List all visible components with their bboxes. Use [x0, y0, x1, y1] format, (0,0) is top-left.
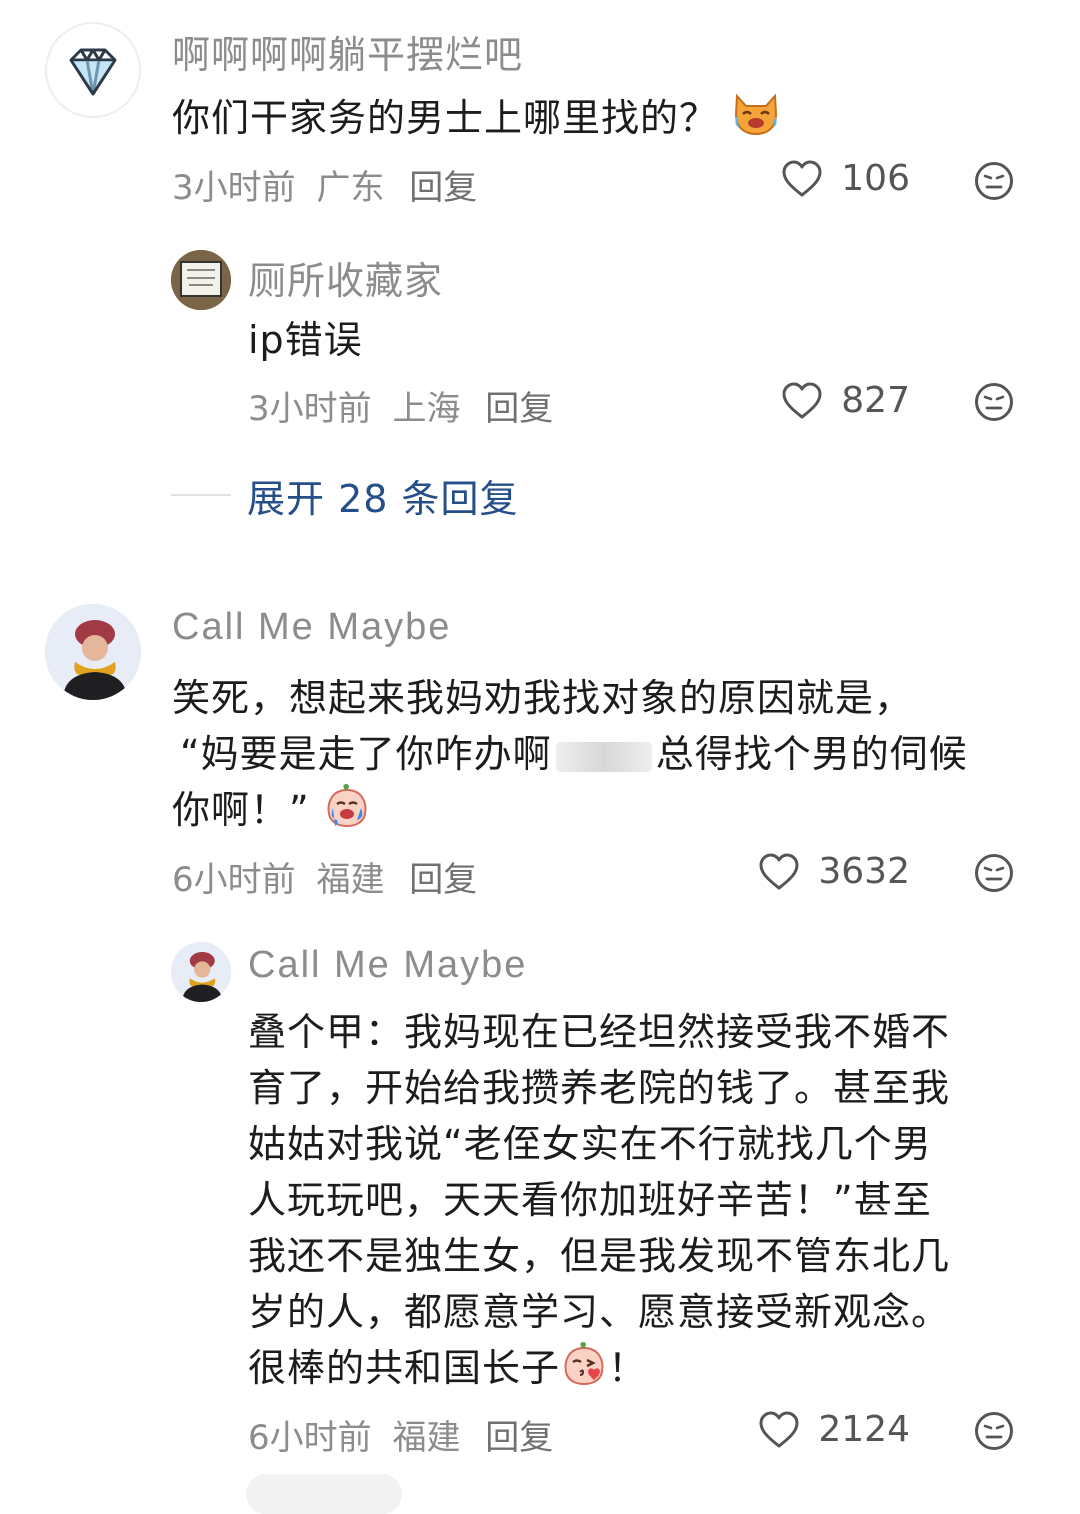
framed-sign-icon	[171, 250, 231, 310]
comment-item: 啊啊啊啊躺平摆烂吧 你们干家务的男士上哪里找的？ 3小时前 广东 回复 106 …	[0, 0, 1080, 560]
reply-location: 福建	[392, 1418, 461, 1458]
peach-kiss-emoji	[560, 1340, 608, 1401]
user-avatar[interactable]	[45, 604, 141, 700]
comment-text-body: 你们干家务的男士上哪里找的？	[172, 96, 719, 140]
reply-text-line: 我还不是独生女，但是我发现不管东北几	[248, 1234, 951, 1278]
reply-button[interactable]: 回复	[485, 1418, 553, 1458]
heart-icon	[781, 381, 823, 421]
reply-time: 3小时前	[248, 389, 372, 429]
reply-text-line: 人玩玩吧，天天看你加班好辛苦！”甚至	[248, 1178, 932, 1222]
comment-meta: 6小时前 福建 回复	[172, 852, 477, 901]
reply-text-segment: ！	[608, 1346, 648, 1390]
comment-text-line: “妈要是走了你咋办啊 总得找个男的伺候	[180, 726, 1022, 782]
reply-avatar[interactable]	[171, 942, 231, 1002]
reply-text-segment: 很棒的共和国长子	[248, 1346, 561, 1390]
peach-crying-emoji	[323, 782, 371, 843]
reply-text-line: 叠个甲：我妈现在已经坦然接受我不婚不	[248, 1010, 951, 1054]
like-button[interactable]: 106	[781, 158, 910, 199]
heart-icon	[758, 1410, 800, 1450]
diamond-icon	[69, 48, 117, 96]
comment-time: 3小时前	[172, 168, 296, 208]
like-count: 3632	[818, 851, 910, 892]
comment-username[interactable]: Call Me Maybe	[172, 606, 451, 649]
dislike-icon[interactable]	[974, 853, 1014, 893]
reply-username[interactable]: 厕所收藏家	[248, 250, 443, 305]
comment-text-line: 你啊！”	[172, 782, 1022, 843]
comment-location: 福建	[316, 860, 385, 900]
reply-text: ip错误	[248, 318, 363, 362]
reply-username[interactable]: Call Me Maybe	[248, 944, 527, 987]
reply-button[interactable]: 回复	[409, 168, 477, 208]
like-button[interactable]: 3632	[758, 851, 910, 892]
expand-replies-label: 展开 28 条回复	[247, 476, 519, 521]
dislike-icon[interactable]	[974, 161, 1014, 201]
reply-time: 6小时前	[248, 1418, 372, 1458]
reply-meta: 6小时前 福建 回复	[248, 1410, 553, 1459]
reply-text-line: 很棒的共和国长子 ！	[248, 1340, 1038, 1401]
person-photo-icon	[45, 604, 141, 700]
reply-location: 上海	[392, 389, 461, 429]
reply-meta: 3小时前 上海 回复	[248, 381, 553, 430]
comment-text-segment: 总得找个男的伺候	[655, 732, 968, 776]
like-count: 2124	[818, 1409, 910, 1450]
cat-crying-laughing-emoji	[731, 90, 781, 151]
person-photo-icon	[171, 942, 231, 1002]
like-count: 827	[841, 380, 910, 421]
comment-item: Call Me Maybe 笑死，想起来我妈劝我找对象的原因就是， “妈要是走了…	[0, 560, 1080, 1492]
comment-text-segment: “妈要是走了你咋办啊	[180, 732, 552, 776]
blurred-text	[555, 741, 652, 772]
comment-text: 笑死，想起来我妈劝我找对象的原因就是， “妈要是走了你咋办啊 总得找个男的伺候 你…	[172, 670, 1022, 843]
dislike-icon[interactable]	[974, 382, 1014, 422]
like-count: 106	[841, 158, 910, 199]
reply-text-line: 岁的人，都愿意学习、愿意接受新观念。	[248, 1290, 951, 1334]
expand-replies-button[interactable]: 展开 28 条回复	[171, 470, 519, 521]
like-button[interactable]: 2124	[758, 1409, 910, 1450]
reply-button[interactable]: 回复	[409, 860, 477, 900]
dislike-icon[interactable]	[974, 1411, 1014, 1451]
comment-text-line: 笑死，想起来我妈劝我找对象的原因就是，	[172, 676, 914, 720]
comment-location: 广东	[316, 168, 385, 208]
comment-text-segment: 你啊！”	[172, 788, 310, 832]
author-liked-chip	[246, 1474, 402, 1514]
like-button[interactable]: 827	[781, 380, 910, 421]
divider	[171, 494, 231, 496]
comment-username[interactable]: 啊啊啊啊躺平摆烂吧	[172, 24, 523, 79]
reply-avatar[interactable]	[171, 250, 231, 310]
comment-time: 6小时前	[172, 860, 296, 900]
comment-meta: 3小时前 广东 回复	[172, 160, 477, 209]
heart-icon	[781, 159, 823, 199]
reply-text-line: 姑姑对我说“老侄女实在不行就找几个男	[248, 1122, 932, 1166]
heart-icon	[758, 852, 800, 892]
user-avatar[interactable]	[45, 22, 141, 118]
reply-button[interactable]: 回复	[485, 389, 553, 429]
reply-text: 叠个甲：我妈现在已经坦然接受我不婚不 育了，开始给我攒养老院的钱了。甚至我 姑姑…	[248, 1004, 1038, 1401]
comment-text: 你们干家务的男士上哪里找的？	[172, 90, 781, 151]
reply-text-line: 育了，开始给我攒养老院的钱了。甚至我	[248, 1066, 951, 1110]
